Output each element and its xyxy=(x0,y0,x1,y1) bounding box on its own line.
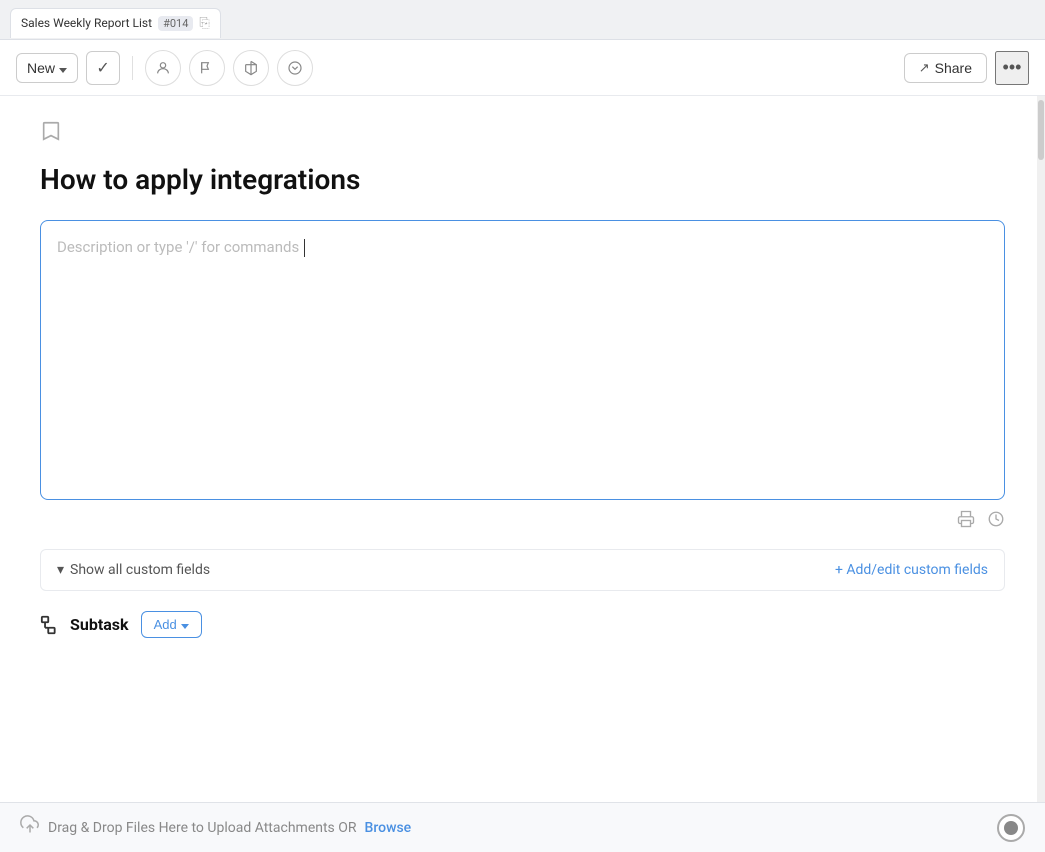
new-chevron-icon xyxy=(59,60,67,76)
subtask-icon-label: Subtask xyxy=(40,614,129,636)
browse-link[interactable]: Browse xyxy=(365,820,412,836)
cloud-upload-icon xyxy=(20,815,40,840)
subtask-icon xyxy=(40,614,62,636)
attachment-text: Drag & Drop Files Here to Upload Attachm… xyxy=(20,815,411,840)
toolbar: New ✓ ↗ Share xyxy=(0,40,1045,96)
add-subtask-label: Add xyxy=(154,617,177,632)
print-icon[interactable] xyxy=(957,510,975,533)
scrollbar-thumb xyxy=(1038,100,1044,160)
scrollbar-track[interactable] xyxy=(1037,96,1045,802)
bookmark-icon[interactable] xyxy=(40,120,1005,147)
task-title: How to apply integrations xyxy=(40,163,1005,196)
share-label: Share xyxy=(935,60,972,76)
show-custom-fields-toggle[interactable]: ▾ Show all custom fields xyxy=(57,562,210,578)
clock-icon[interactable] xyxy=(987,510,1005,533)
description-placeholder: Description or type '/' for commands xyxy=(57,238,299,256)
cube-icon xyxy=(243,60,259,76)
description-area[interactable]: Description or type '/' for commands xyxy=(40,220,1005,500)
add-edit-custom-fields-button[interactable]: + Add/edit custom fields xyxy=(835,562,988,578)
toolbar-divider xyxy=(132,56,133,80)
attachment-bar: Drag & Drop Files Here to Upload Attachm… xyxy=(0,802,1045,852)
share-arrow-icon: ↗ xyxy=(919,60,930,76)
subtask-label: Subtask xyxy=(70,615,129,634)
pin-icon[interactable]: ⎘ xyxy=(199,16,209,31)
record-button[interactable] xyxy=(997,814,1025,842)
tab-bar: Sales Weekly Report List #014 ⎘ xyxy=(0,0,1045,40)
chevron-circle-icon-button[interactable] xyxy=(277,50,313,86)
drag-drop-text: Drag & Drop Files Here to Upload Attachm… xyxy=(48,820,357,836)
flag-icon-button[interactable] xyxy=(189,50,225,86)
custom-fields-bar: ▾ Show all custom fields + Add/edit cust… xyxy=(40,549,1005,591)
flag-icon xyxy=(199,60,215,76)
custom-fields-toggle-label: Show all custom fields xyxy=(70,562,210,578)
record-inner xyxy=(1004,821,1018,835)
cube-icon-button[interactable] xyxy=(233,50,269,86)
add-subtask-button[interactable]: Add xyxy=(141,611,202,638)
assign-icon-button[interactable] xyxy=(145,50,181,86)
new-label: New xyxy=(27,60,55,76)
check-button[interactable]: ✓ xyxy=(86,51,120,85)
more-icon: ••• xyxy=(1003,57,1022,78)
main-content: How to apply integrations Description or… xyxy=(0,96,1045,852)
check-icon: ✓ xyxy=(96,58,109,78)
add-custom-fields-label: + Add/edit custom fields xyxy=(835,562,988,578)
chevron-circle-icon xyxy=(287,60,303,76)
tab-sales-weekly[interactable]: Sales Weekly Report List #014 ⎘ xyxy=(10,8,221,38)
new-button[interactable]: New xyxy=(16,53,78,83)
description-actions xyxy=(40,510,1005,533)
add-subtask-chevron-icon xyxy=(181,617,189,632)
text-cursor xyxy=(304,239,305,257)
tab-badge: #014 xyxy=(158,16,193,31)
custom-fields-chevron-icon: ▾ xyxy=(57,562,64,578)
more-button[interactable]: ••• xyxy=(995,51,1029,85)
tab-label: Sales Weekly Report List xyxy=(21,16,152,30)
share-button[interactable]: ↗ Share xyxy=(904,53,987,83)
person-icon xyxy=(155,60,171,76)
subtask-section: Subtask Add xyxy=(40,611,1005,638)
